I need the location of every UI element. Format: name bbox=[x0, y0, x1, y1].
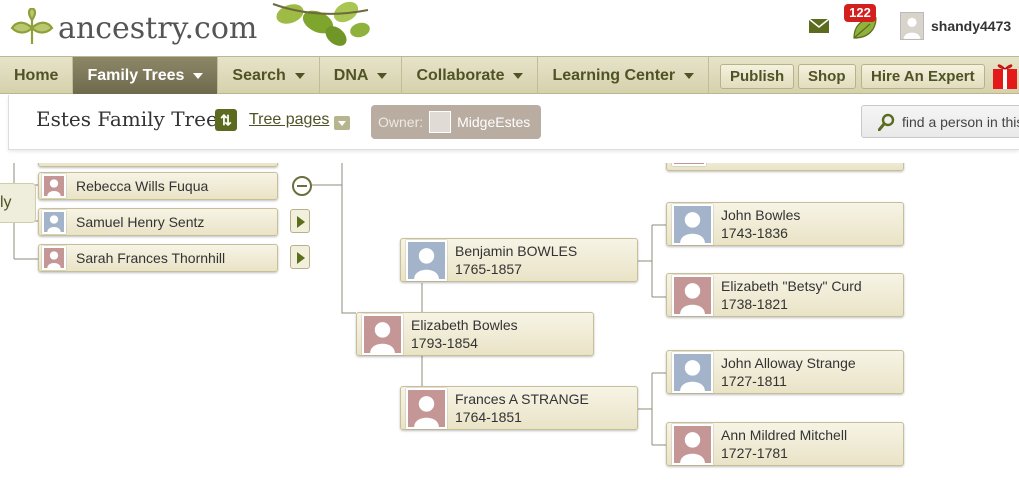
nav-home-label: Home bbox=[14, 66, 59, 84]
person-name: Elizabeth Bowles bbox=[411, 317, 518, 333]
male-portrait-icon bbox=[42, 210, 66, 234]
person-years: 1738-1821 bbox=[721, 296, 788, 312]
user-avatar[interactable] bbox=[900, 12, 924, 40]
person-card[interactable]: Frances A STRANGE 1764-1851 bbox=[400, 386, 638, 430]
person-years: 1764-1851 bbox=[455, 409, 522, 425]
nav-dna[interactable]: DNA bbox=[320, 57, 403, 94]
decorative-leaves-image bbox=[272, 1, 370, 46]
tree-canvas[interactable]: ly .side-tab{ top:20px; } Rebecca Wills … bbox=[0, 163, 1019, 491]
female-portrait-icon bbox=[672, 423, 713, 465]
expand-arrow-icon[interactable] bbox=[290, 245, 310, 269]
person-name: Ann Mildred Mitchell bbox=[721, 427, 848, 443]
tree-pages-link[interactable]: Tree pages bbox=[249, 111, 329, 129]
female-portrait-icon bbox=[42, 246, 66, 270]
owner-label: Owner: bbox=[378, 114, 424, 130]
person-card[interactable]: John Alloway Strange 1727-1811 bbox=[666, 350, 904, 394]
owner-avatar bbox=[429, 111, 452, 133]
collapse-icon[interactable] bbox=[292, 176, 312, 196]
leaf-logo-icon bbox=[10, 8, 54, 44]
chevron-down-icon bbox=[684, 72, 695, 79]
nav-collaborate[interactable]: Collaborate bbox=[402, 57, 539, 94]
person-card[interactable]: Ann Mildred Mitchell 1727-1781 bbox=[666, 422, 904, 466]
gift-icon[interactable] bbox=[990, 61, 1019, 91]
person-card[interactable]: Elizabeth "Betsy" Curd 1738-1821 bbox=[666, 273, 904, 317]
person-name: Elizabeth "Betsy" Curd bbox=[721, 278, 862, 294]
person-card[interactable]: Benjamin BOWLES 1765-1857 bbox=[400, 238, 638, 282]
person-name: Rebecca Wills Fuqua bbox=[76, 178, 209, 194]
hire-expert-button[interactable]: Hire An Expert bbox=[861, 64, 985, 89]
person-card[interactable]: Sarah Frances Thornhill bbox=[38, 244, 278, 272]
female-portrait-icon bbox=[672, 163, 706, 166]
find-person-placeholder: find a person in this tree bbox=[902, 113, 1019, 130]
male-portrait-icon bbox=[672, 351, 713, 393]
person-card[interactable]: John Bowles 1743-1836 bbox=[666, 202, 904, 246]
search-icon bbox=[878, 113, 895, 131]
tree-title[interactable]: Estes Family Tree bbox=[36, 107, 218, 131]
shop-button[interactable]: Shop bbox=[798, 64, 856, 89]
person-card-partial[interactable] bbox=[666, 163, 904, 171]
person-card[interactable]: Rebecca Wills Fuqua bbox=[38, 172, 278, 200]
nav-search-label: Search bbox=[232, 66, 286, 84]
chevron-down-icon[interactable] bbox=[334, 116, 350, 130]
male-portrait-icon bbox=[406, 239, 447, 281]
nav-home[interactable]: Home bbox=[0, 57, 74, 94]
chevron-down-icon bbox=[294, 72, 305, 79]
nav-family-trees-label: Family Trees bbox=[87, 66, 185, 84]
notification-badge[interactable]: 122 bbox=[844, 4, 876, 22]
publish-button[interactable]: Publish bbox=[720, 64, 795, 89]
logo-text: ancestry.com bbox=[58, 10, 258, 46]
person-name: John Bowles bbox=[721, 207, 801, 223]
person-name: Frances A STRANGE bbox=[455, 391, 589, 407]
tree-toolbar: Estes Family Tree ⇅ Tree pages Owner: Mi… bbox=[8, 95, 1019, 150]
male-portrait-icon bbox=[672, 203, 713, 245]
person-name: Samuel Henry Sentz bbox=[76, 214, 205, 230]
person-silhouette-icon bbox=[903, 17, 921, 39]
switch-tree-icon[interactable]: ⇅ bbox=[215, 109, 237, 131]
nav-family-trees[interactable]: Family Trees bbox=[73, 57, 219, 94]
person-name: Sarah Frances Thornhill bbox=[76, 250, 226, 266]
person-years: 1765-1857 bbox=[455, 261, 522, 277]
find-person-input[interactable]: find a person in this tree bbox=[861, 105, 1019, 138]
person-years: 1743-1836 bbox=[721, 225, 788, 241]
person-card[interactable]: Samuel Henry Sentz bbox=[38, 208, 278, 236]
mail-icon[interactable] bbox=[808, 18, 830, 34]
focus-person-card[interactable]: Elizabeth Bowles 1793-1854 bbox=[356, 312, 594, 356]
person-name: Benjamin BOWLES bbox=[455, 243, 578, 259]
nav-collaborate-label: Collaborate bbox=[416, 66, 505, 84]
nav-dna-label: DNA bbox=[333, 66, 369, 84]
owner-badge[interactable]: Owner: MidgeEstes bbox=[371, 105, 541, 139]
top-bar: ancestry.com 122 shandy4473 bbox=[0, 0, 1019, 56]
person-name: John Alloway Strange bbox=[721, 355, 856, 371]
female-portrait-icon bbox=[672, 274, 713, 316]
chevron-down-icon bbox=[377, 72, 388, 79]
female-portrait-icon bbox=[362, 313, 403, 355]
main-nav: Home Family Trees Search DNA Collaborate… bbox=[0, 56, 1019, 94]
nav-search[interactable]: Search bbox=[218, 57, 320, 94]
person-years: 1727-1811 bbox=[721, 373, 787, 389]
female-portrait-icon bbox=[42, 174, 66, 198]
chevron-down-icon bbox=[513, 72, 524, 79]
person-card-partial[interactable] bbox=[38, 163, 278, 167]
expand-arrow-icon[interactable] bbox=[290, 209, 310, 233]
nav-learning-center[interactable]: Learning Center bbox=[538, 57, 710, 94]
nav-learning-center-label: Learning Center bbox=[552, 66, 676, 84]
owner-name: MidgeEstes bbox=[457, 114, 531, 130]
chevron-down-icon bbox=[193, 72, 204, 79]
side-panel-tab[interactable]: ly bbox=[0, 183, 36, 223]
ancestry-logo[interactable]: ancestry.com bbox=[10, 8, 257, 48]
side-panel-tab-label: ly bbox=[0, 194, 12, 211]
person-years: 1727-1781 bbox=[721, 445, 788, 461]
female-portrait-icon bbox=[406, 387, 447, 429]
username[interactable]: shandy4473 bbox=[931, 18, 1011, 34]
person-years: 1793-1854 bbox=[411, 335, 478, 351]
